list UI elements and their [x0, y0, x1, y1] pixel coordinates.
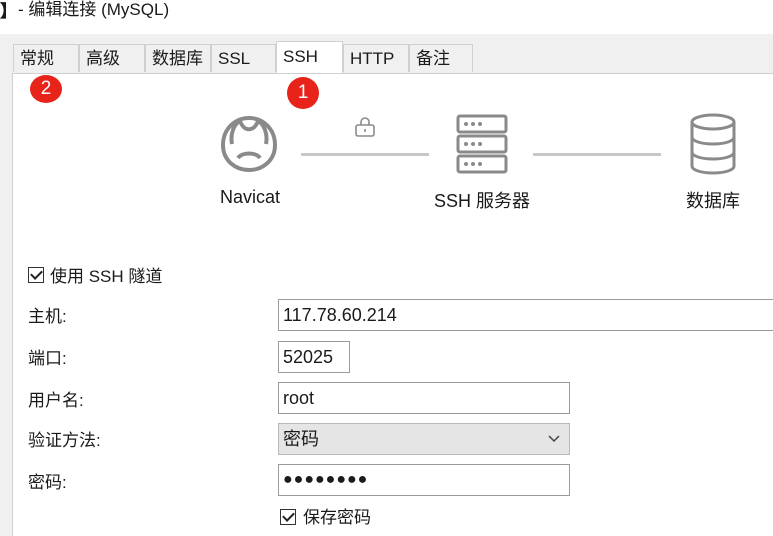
connection-line: [301, 153, 429, 156]
use-ssh-tunnel-checkbox[interactable]: [28, 267, 44, 283]
tab-advanced[interactable]: 高级: [79, 44, 145, 72]
window-title: - 编辑连接 (MySQL): [18, 0, 170, 19]
tab-ssh[interactable]: SSH: [276, 41, 343, 73]
save-password-checkbox[interactable]: [280, 509, 296, 525]
auth-method-value: 密码: [283, 429, 319, 449]
connection-line-2: [533, 153, 661, 156]
port-label: 端口:: [28, 349, 67, 368]
tab-strip: 常规 高级 数据库 SSL SSH HTTP 备注: [0, 41, 773, 74]
auth-method-select[interactable]: 密码: [278, 423, 570, 455]
navicat-label: Navicat: [219, 187, 281, 207]
chevron-down-icon: [547, 424, 561, 463]
server-icon: [456, 114, 508, 174]
auth-method-label: 验证方法:: [28, 431, 101, 450]
host-input[interactable]: 117.78.60.214: [278, 299, 773, 331]
port-input[interactable]: 52025: [278, 341, 350, 373]
tab-ssl[interactable]: SSL: [211, 44, 276, 72]
username-input[interactable]: root: [278, 382, 570, 414]
use-ssh-tunnel-label: 使用 SSH 隧道: [50, 267, 163, 286]
tab-general[interactable]: 常规: [13, 44, 79, 72]
password-input[interactable]: ●●●●●●●●: [278, 464, 570, 496]
save-password-label: 保存密码: [303, 508, 371, 527]
tab-http[interactable]: HTTP: [343, 44, 409, 72]
ssh-server-label: SSH 服务器: [433, 191, 530, 211]
window-title-bar: 】 - 编辑连接 (MySQL): [0, 0, 773, 34]
database-icon: [689, 113, 737, 175]
password-label: 密码:: [28, 473, 67, 492]
tab-notes[interactable]: 备注: [409, 44, 473, 72]
navicat-logo-icon: [218, 112, 280, 174]
database-label: 数据库: [686, 191, 740, 211]
annotation-badge-1: 1: [287, 77, 319, 109]
lock-icon: [353, 115, 377, 139]
host-label: 主机:: [28, 307, 67, 326]
window-title-icon: 】: [0, 2, 17, 21]
username-label: 用户名:: [28, 391, 84, 410]
annotation-badge-2: 2: [30, 75, 62, 103]
tab-database[interactable]: 数据库: [145, 44, 211, 72]
